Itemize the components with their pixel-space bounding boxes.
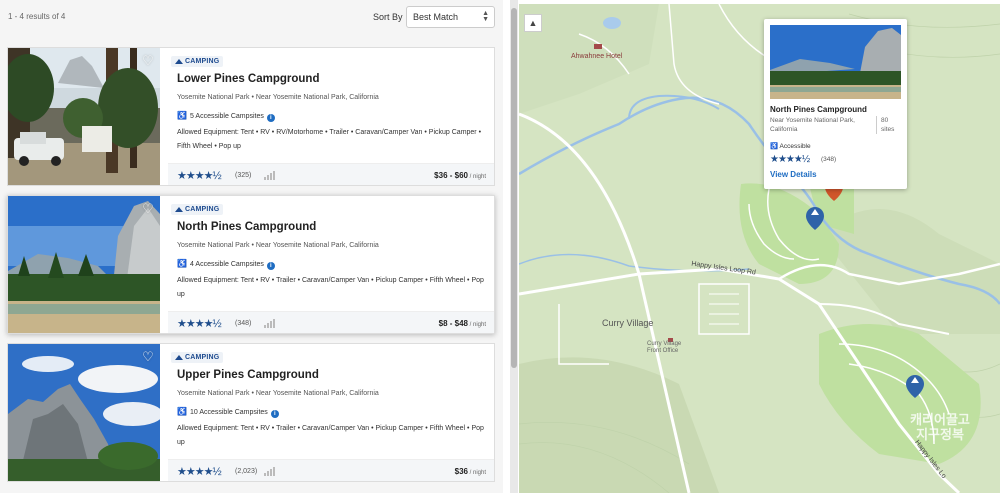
popup-review-count: (348): [821, 156, 837, 163]
map-label-ahwahnee: Ahwahnee Hotel: [571, 53, 623, 60]
card-body: CAMPING Lower Pines Campground Yosemite …: [168, 48, 494, 185]
popup-photo[interactable]: [770, 25, 901, 99]
sort-select[interactable]: Best Match ▲ ▼: [406, 6, 495, 28]
campground-location: Yosemite National Park • Near Yosemite N…: [177, 242, 379, 249]
rating-stars: ★★★★½: [177, 318, 222, 330]
tent-icon: [175, 59, 183, 64]
camping-badge: CAMPING: [171, 56, 224, 67]
signal-bars-icon: [264, 319, 275, 328]
info-icon[interactable]: i: [270, 410, 279, 418]
camping-badge: CAMPING: [171, 204, 224, 215]
scrollbar-thumb[interactable]: [511, 8, 517, 368]
popup-sites: 80 sites: [876, 116, 902, 134]
popup-accessible: ♿ Accessible: [770, 143, 811, 150]
map-popup[interactable]: North Pines Campground Near Yosemite Nat…: [764, 19, 907, 189]
card-footer: ★★★★½ (2,023) $36 / night: [168, 459, 494, 481]
campground-photo[interactable]: [8, 196, 160, 333]
campground-location: Yosemite National Park • Near Yosemite N…: [177, 390, 379, 397]
review-count: (348): [235, 320, 252, 327]
camping-badge: CAMPING: [171, 352, 224, 363]
allowed-equipment: Allowed Equipment: Tent • RV • Trailer •…: [177, 277, 484, 298]
popup-location: Near Yosemite National Park, California: [770, 117, 855, 133]
card-body: CAMPING Upper Pines Campground Yosemite …: [168, 344, 494, 481]
price: $36 / night: [454, 467, 486, 476]
tent-icon: [175, 207, 183, 212]
accessible-campsites: ♿ 4 Accessible Campsites i: [177, 259, 275, 270]
campground-name[interactable]: Lower Pines Campground: [177, 73, 320, 85]
results-scrollbar[interactable]: [510, 0, 518, 493]
signal-bars-icon: [264, 467, 275, 476]
watermark: 캐리어끌고 지구정복: [910, 412, 970, 442]
allowed-equipment: Allowed Equipment: Tent • RV • RV/Motorh…: [177, 129, 482, 150]
campground-photo[interactable]: [8, 48, 160, 185]
accessible-campsites: ♿ 10 Accessible Campsites i: [177, 407, 279, 418]
info-icon[interactable]: i: [266, 114, 275, 122]
review-count: (2,023): [235, 468, 258, 475]
card-body: CAMPING North Pines Campground Yosemite …: [168, 196, 494, 333]
map-view[interactable]: ▲ Ahwahnee Hotel Curry Village Curry Vil…: [519, 4, 1000, 493]
wheelchair-icon: ♿: [177, 407, 187, 416]
favorite-heart-icon[interactable]: ♡: [140, 349, 156, 365]
popup-rating-stars: ★★★★½: [770, 154, 810, 165]
rating-stars: ★★★★½: [177, 466, 222, 478]
campground-photo[interactable]: [8, 344, 160, 481]
sort-label: Sort By: [373, 12, 403, 22]
wheelchair-icon: ♿: [770, 143, 779, 150]
rating-stars: ★★★★½: [177, 170, 222, 182]
price: $36 - $60 / night: [434, 171, 486, 180]
card-footer: ★★★★½ (325) $36 - $60 / night: [168, 163, 494, 185]
campground-card[interactable]: ♡ CAMPING Upper Pines Campground Yosemit…: [7, 343, 495, 482]
campground-location: Yosemite National Park • Near Yosemite N…: [177, 94, 379, 101]
view-details-link[interactable]: View Details: [770, 170, 817, 179]
campground-card[interactable]: ♡ CAMPING Lower Pines Campground Yosemit…: [7, 47, 495, 186]
map-label-curry-village: Curry Village: [602, 318, 654, 328]
card-footer: ★★★★½ (348) $8 - $48 / night: [168, 311, 494, 333]
campground-name[interactable]: Upper Pines Campground: [177, 369, 319, 381]
results-panel: 1 - 4 results of 4 Sort By Best Match ▲ ▼: [0, 0, 503, 493]
map-label-curry-office: Curry Village Front Office: [647, 341, 682, 354]
tent-icon: [175, 355, 183, 360]
info-icon[interactable]: i: [266, 262, 275, 270]
allowed-equipment: Allowed Equipment: Tent • RV • Trailer •…: [177, 425, 484, 446]
price: $8 - $48 / night: [438, 319, 486, 328]
compass-button[interactable]: ▲: [524, 14, 542, 32]
favorite-heart-icon[interactable]: ♡: [140, 53, 156, 69]
sort-value: Best Match: [413, 12, 459, 22]
popup-title: North Pines Campground: [770, 105, 867, 114]
results-count: 1 - 4 results of 4: [8, 12, 66, 21]
chevron-updown-icon: ▲ ▼: [482, 10, 489, 23]
signal-bars-icon: [264, 171, 275, 180]
wheelchair-icon: ♿: [177, 111, 187, 120]
wheelchair-icon: ♿: [177, 259, 187, 268]
campground-card[interactable]: ♡ CAMPING North Pines Campground Yosemit…: [7, 195, 495, 334]
accessible-campsites: ♿ 5 Accessible Campsites i: [177, 111, 275, 122]
campground-name[interactable]: North Pines Campground: [177, 221, 316, 233]
favorite-heart-icon[interactable]: ♡: [140, 201, 156, 217]
review-count: (325): [235, 172, 252, 179]
